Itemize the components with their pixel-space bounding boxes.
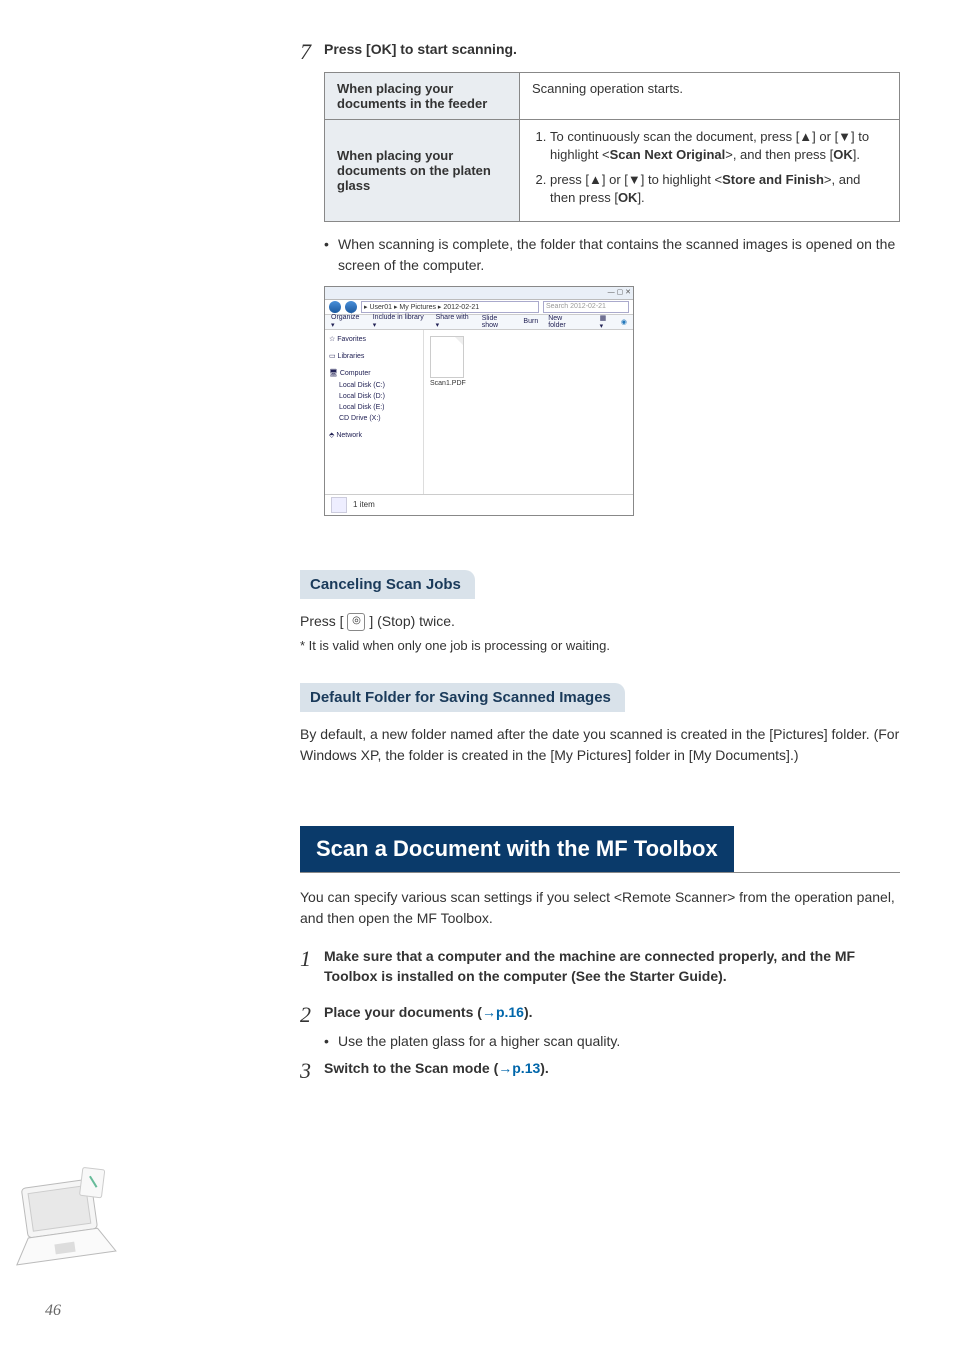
cancel-footnote: * It is valid when only one job is proce… — [300, 636, 900, 656]
step-text: Make sure that a computer and the machin… — [324, 947, 900, 986]
nav-network[interactable]: ⬘ Network — [329, 430, 419, 441]
row2-item2: press [▲] or [▼] to highlight <Store and… — [550, 171, 887, 207]
pdf-file-icon — [430, 336, 464, 378]
mf-toolbox-heading: Scan a Document with the MF Toolbox — [300, 826, 734, 872]
nav-cd-x[interactable]: CD Drive (X:) — [329, 413, 419, 424]
row2-header: When placing your documents on the plate… — [325, 120, 520, 222]
nav-disk-d[interactable]: Local Disk (D:) — [329, 391, 419, 402]
nav-computer[interactable]: 🖥 Computer — [329, 368, 419, 379]
file-item[interactable]: Scan1.PDF — [430, 336, 470, 387]
cancel-heading: Canceling Scan Jobs — [300, 570, 475, 599]
back-button[interactable] — [329, 301, 341, 313]
scanning-table: When placing your documents in the feede… — [324, 72, 900, 222]
completion-note: • When scanning is complete, the folder … — [324, 234, 900, 276]
mf-step-1: 1 Make sure that a computer and the mach… — [300, 947, 900, 986]
help-icon[interactable]: ◉ — [621, 318, 627, 326]
nav-disk-c[interactable]: Local Disk (C:) — [329, 380, 419, 391]
mf-step-2: 2 Place your documents (→p.16). — [300, 1003, 900, 1027]
step-text: Place your documents (→p.16). — [324, 1003, 533, 1023]
step-7: 7 Press [OK] to start scanning. — [300, 40, 900, 64]
step-title: Press [OK] to start scanning. — [324, 40, 517, 60]
window-titlebar: — ▢ ✕ — [325, 287, 633, 300]
stop-icon: ◎ — [347, 613, 365, 631]
window-controls-icon: — ▢ ✕ — [608, 288, 631, 296]
step-number: 1 — [300, 947, 324, 971]
row2-body: To continuously scan the document, press… — [520, 120, 900, 222]
step-number: 7 — [300, 40, 324, 64]
file-label: Scan1.PDF — [430, 380, 470, 387]
bullet-icon: • — [324, 1033, 338, 1049]
row1-header: When placing your documents in the feede… — [325, 73, 520, 120]
explorer-nav: ☆ Favorites ▭ Libraries 🖥 Computer Local… — [325, 330, 424, 494]
forward-button[interactable] — [345, 301, 357, 313]
page-ref-link[interactable]: →p.16 — [482, 1004, 524, 1020]
page-number: 46 — [45, 1302, 61, 1320]
explorer-toolbar: Organize ▾ Include in library ▾ Share wi… — [325, 315, 633, 330]
mf-step-3: 3 Switch to the Scan mode (→p.13). — [300, 1059, 900, 1083]
step-number: 2 — [300, 1003, 324, 1027]
bullet-icon: • — [324, 234, 338, 276]
row1-body: Scanning operation starts. — [520, 73, 900, 120]
default-folder-heading: Default Folder for Saving Scanned Images — [300, 683, 625, 712]
default-folder-body: By default, a new folder named after the… — [300, 724, 900, 766]
mf-intro: You can specify various scan settings if… — [300, 887, 900, 929]
nav-libraries[interactable]: ▭ Libraries — [329, 351, 419, 362]
status-text: 1 item — [353, 500, 375, 509]
explorer-screenshot: — ▢ ✕ ▸ User01 ▸ My Pictures ▸ 2012-02-2… — [324, 286, 900, 516]
mf-step-2-bullet: • Use the platen glass for a higher scan… — [324, 1033, 900, 1049]
share-with-button[interactable]: Share with ▾ — [436, 314, 472, 329]
new-folder-button[interactable]: New folder — [548, 315, 579, 329]
address-bar[interactable]: ▸ User01 ▸ My Pictures ▸ 2012-02-21 — [361, 301, 539, 313]
include-library-button[interactable]: Include in library ▾ — [373, 314, 426, 329]
organize-button[interactable]: Organize ▾ — [331, 314, 363, 329]
row2-item1: To continuously scan the document, press… — [550, 128, 887, 164]
step-number: 3 — [300, 1059, 324, 1083]
page-ref-link[interactable]: →p.13 — [498, 1060, 540, 1076]
search-input[interactable]: Search 2012-02-21 — [543, 301, 629, 313]
nav-favorites[interactable]: ☆ Favorites — [329, 334, 419, 345]
explorer-statusbar: 1 item — [325, 494, 633, 515]
explorer-main: Scan1.PDF — [424, 330, 633, 494]
status-icon — [331, 497, 347, 513]
nav-disk-e[interactable]: Local Disk (E:) — [329, 402, 419, 413]
slideshow-button[interactable]: Slide show — [482, 315, 514, 329]
view-icon[interactable]: ▦ ▾ — [600, 314, 611, 330]
cancel-body: Press [ ◎ ] (Stop) twice. — [300, 611, 900, 632]
burn-button[interactable]: Burn — [523, 318, 538, 325]
laptop-illustration — [0, 1140, 150, 1290]
step-text: Switch to the Scan mode (→p.13). — [324, 1059, 549, 1079]
